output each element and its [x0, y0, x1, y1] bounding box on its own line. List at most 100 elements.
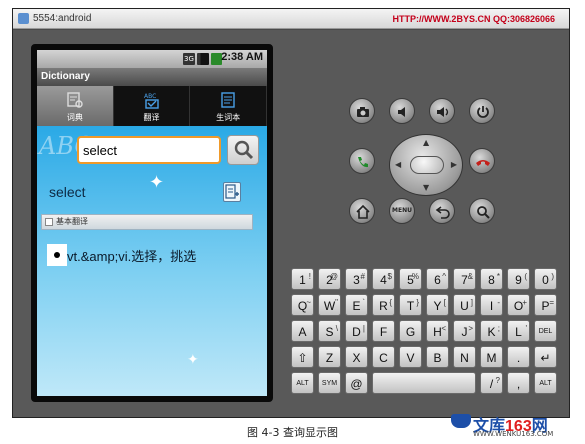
key-0[interactable]: 0)	[534, 268, 557, 290]
key-space[interactable]	[372, 372, 476, 394]
camera-button[interactable]	[349, 98, 375, 124]
back-button[interactable]	[429, 198, 455, 224]
site-logo: 文库163网 WWW.WENKU163.COM	[447, 412, 579, 442]
window-titlebar: 5554:android HTTP://WWW.2BYS.CN QQ:30682…	[13, 9, 569, 29]
key-x[interactable]: X	[345, 346, 368, 368]
key-sym[interactable]: SYM	[318, 372, 341, 394]
key-r[interactable]: R{	[372, 294, 395, 316]
key-shift[interactable]: ⇧	[291, 346, 314, 368]
basic-translation-header[interactable]: 基本翻译	[41, 214, 253, 230]
collapse-icon	[45, 218, 53, 226]
volume-down-icon	[398, 107, 405, 117]
tab-translate[interactable]: ABC 翻译	[114, 86, 191, 126]
key-q[interactable]: Q ~	[291, 294, 314, 316]
key-z[interactable]: Z	[318, 346, 341, 368]
key-w[interactable]: W "	[318, 294, 341, 316]
key-6[interactable]: 6 ^	[426, 268, 449, 290]
dpad[interactable]: ▲ ▼ ◀ ▶	[389, 134, 463, 196]
key-j[interactable]: J >	[453, 320, 476, 342]
back-icon	[435, 206, 450, 219]
key-8[interactable]: 8 *	[480, 268, 503, 290]
key-g[interactable]: G	[399, 320, 422, 342]
key-alt-left[interactable]: ALT	[291, 372, 314, 394]
end-call-button[interactable]	[469, 148, 495, 174]
search-hw-button[interactable]	[469, 198, 495, 224]
tab-label: 生词本	[216, 113, 241, 122]
key-f[interactable]: F	[372, 320, 395, 342]
emulator-chrome: 3G 2:38 AM Dictionary 词典 ABC 翻译 生词本 ABC …	[13, 30, 569, 417]
key-1[interactable]: 1!	[291, 268, 314, 290]
key-enter[interactable]: ↵	[534, 346, 557, 368]
phone-screen: 3G 2:38 AM Dictionary 词典 ABC 翻译 生词本 ABC …	[31, 44, 273, 402]
menu-icon: MENU	[392, 207, 412, 214]
key-n[interactable]: N	[453, 346, 476, 368]
key-y[interactable]: Y[	[426, 294, 449, 316]
key-9[interactable]: 9(	[507, 268, 530, 290]
hangup-icon	[476, 160, 490, 166]
key-k[interactable]: K;	[480, 320, 503, 342]
hardware-keyboard: 1! 2 @ 3 # 4 $ 5% 6 ^ 7 & 8 * 9( 0) Q ~ W " E ` R…	[291, 268, 563, 412]
key-v[interactable]: V	[399, 346, 422, 368]
bullet	[47, 244, 67, 266]
key-u[interactable]: U]	[453, 294, 476, 316]
signal-icon	[197, 53, 209, 65]
sparkle-icon: ✦	[149, 172, 165, 193]
key-t[interactable]: T}	[399, 294, 422, 316]
key-4[interactable]: 4 $	[372, 268, 395, 290]
menu-button[interactable]: MENU	[389, 198, 415, 224]
network-3g-icon: 3G	[183, 53, 195, 65]
key-alt-right[interactable]: ALT	[534, 372, 557, 394]
key-slash[interactable]: /?	[480, 372, 503, 394]
key-s[interactable]: S \	[318, 320, 341, 342]
key-period[interactable]: .	[507, 346, 530, 368]
app-window-icon	[18, 13, 29, 24]
key-comma[interactable]: ,	[507, 372, 530, 394]
dpad-right-icon: ▶	[450, 160, 457, 169]
dictionary-content: ABC select select ✦ ✦ 基本翻译 vt.&amp;vi.选择…	[37, 126, 267, 396]
definition-text: vt.&amp;vi.选择，挑选	[67, 249, 197, 264]
key-d[interactable]: D |	[345, 320, 368, 342]
home-button[interactable]	[349, 198, 375, 224]
camera-icon	[357, 107, 369, 117]
tab-dictionary[interactable]: 词典	[37, 86, 114, 126]
logo-url: WWW.WENKU163.COM	[473, 430, 554, 438]
key-at[interactable]: @	[345, 372, 368, 394]
search-icon	[477, 206, 490, 219]
tab-notebook[interactable]: 生词本	[190, 86, 267, 126]
volume-down-button[interactable]	[389, 98, 415, 124]
notebook-icon	[221, 92, 235, 108]
key-c[interactable]: C	[372, 346, 395, 368]
key-3[interactable]: 3 #	[345, 268, 368, 290]
key-l[interactable]: L '	[507, 320, 530, 342]
search-input[interactable]: select	[77, 136, 221, 164]
key-del[interactable]: DEL	[534, 320, 557, 342]
dpad-down-icon: ▼	[423, 183, 430, 192]
svg-text:ABC: ABC	[144, 93, 156, 100]
power-button[interactable]	[469, 98, 495, 124]
key-m[interactable]: M	[480, 346, 503, 368]
key-e[interactable]: E `	[345, 294, 368, 316]
add-to-notebook-button[interactable]	[223, 182, 241, 202]
app-title: Dictionary	[37, 68, 267, 86]
logo-hat-icon	[451, 414, 471, 428]
volume-up-button[interactable]	[429, 98, 455, 124]
call-button[interactable]	[349, 148, 375, 174]
key-a[interactable]: A	[291, 320, 314, 342]
key-p[interactable]: P =	[534, 294, 557, 316]
key-b[interactable]: B	[426, 346, 449, 368]
sparkle-icon: ✦	[187, 352, 199, 368]
key-5[interactable]: 5%	[399, 268, 422, 290]
search-button[interactable]	[227, 135, 259, 165]
dpad-center-button[interactable]	[410, 156, 444, 174]
search-icon	[234, 140, 254, 160]
translate-icon: ABC	[144, 93, 159, 109]
key-h[interactable]: H <	[426, 320, 449, 342]
result-word: select	[49, 184, 86, 200]
tab-label: 翻译	[143, 113, 160, 122]
key-i[interactable]: I-	[480, 294, 503, 316]
key-7[interactable]: 7 &	[453, 268, 476, 290]
key-o[interactable]: O +	[507, 294, 530, 316]
section-label: 基本翻译	[56, 217, 88, 226]
key-2[interactable]: 2 @	[318, 268, 341, 290]
tab-label: 词典	[66, 113, 83, 122]
